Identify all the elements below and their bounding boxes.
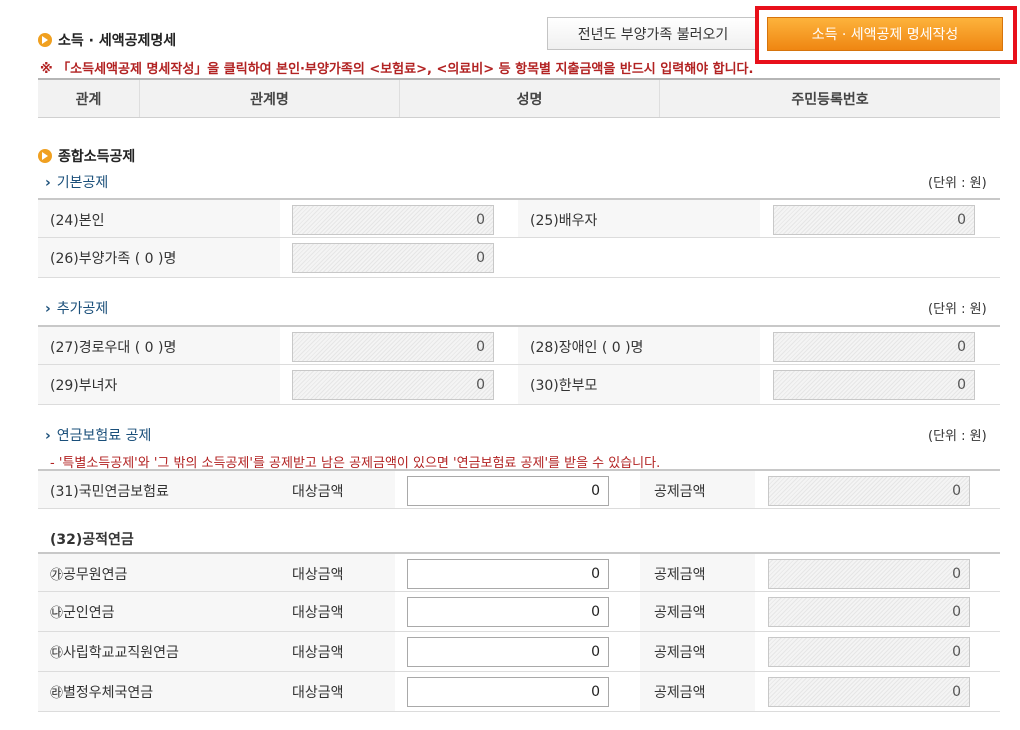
col-relation-name: 관계명 [140, 80, 400, 117]
deduct-amount-label: 공제금액 [654, 645, 706, 661]
chevron-right-icon: › [45, 301, 51, 317]
section-title-text: 소득 · 세액공제명세 [58, 33, 177, 49]
basic-row-2: (26)부양가족 ( 0 )명 0 [38, 238, 1000, 278]
item-mark: ㉯ [50, 606, 64, 621]
single-parent-label: (30)한부모 [530, 378, 598, 394]
col-name: 성명 [400, 80, 660, 117]
unit-label: (단위 : 원) [928, 429, 987, 444]
national-deduct-value: 0 [768, 476, 970, 506]
deduct-amount-label: 공제금액 [654, 605, 706, 621]
income-deduction-title-text: 종합소득공제 [58, 149, 136, 165]
additional-deduction-title: 추가공제 [56, 301, 109, 317]
chevron-right-icon: › [45, 428, 51, 444]
col-relation: 관계 [38, 80, 140, 117]
disabled-value: 0 [773, 332, 975, 362]
pension-item-label: ㉱별정우체국연금 [50, 682, 153, 702]
item-label: 군인연금 [63, 605, 115, 621]
self-label: (24)본인 [50, 213, 105, 229]
notice-text: ※ 「소득세액공제 명세작성」을 클릭하여 본인·부양가족의 <보험료>, <의… [40, 62, 754, 77]
load-prev-year-button[interactable]: 전년도 부양가족 불러오기 [547, 17, 759, 50]
target-amount-label: 대상금액 [292, 685, 344, 701]
family-table-header: 관계 관계명 성명 주민등록번호 [38, 78, 1000, 118]
deduct-amount-label: 공제금액 [654, 484, 706, 500]
item-mark: ㉰ [50, 646, 64, 661]
public-pension-row: ㉰사립학교교직원연금 대상금액 0 공제금액 0 [38, 632, 1000, 672]
target-amount-label: 대상금액 [292, 645, 344, 661]
elderly-value: 0 [292, 332, 494, 362]
pension-item-label: ㉯군인연금 [50, 602, 115, 622]
deduct-amount-label: 공제금액 [654, 567, 706, 583]
private-school-deduct-value: 0 [768, 637, 970, 667]
bullet-icon [38, 149, 52, 163]
self-value: 0 [292, 205, 494, 235]
post-office-target-input[interactable]: 0 [407, 677, 609, 707]
spouse-label: (25)배우자 [530, 213, 598, 229]
national-pension-label: (31)국민연금보험료 [50, 484, 169, 500]
basic-deduction-title: 기본공제 [56, 175, 109, 191]
single-parent-value: 0 [773, 370, 975, 400]
public-pension-row: ㉯군인연금 대상금액 0 공제금액 0 [38, 592, 1000, 632]
unit-label: (단위 : 원) [928, 176, 987, 191]
military-target-input[interactable]: 0 [407, 597, 609, 627]
public-pension-row: ㉮공무원연금 대상금액 0 공제금액 0 [38, 552, 1000, 592]
pension-item-label: ㉰사립학교교직원연금 [50, 642, 179, 662]
pension-deduction-title: 연금보험료 공제 [56, 428, 152, 444]
bullet-icon [38, 33, 52, 47]
item-mark: ㉮ [50, 568, 64, 583]
public-pension-row: ㉱별정우체국연금 대상금액 0 공제금액 0 [38, 672, 1000, 712]
section-title-deductions: 소득 · 세액공제명세 [38, 30, 176, 50]
post-office-deduct-value: 0 [768, 677, 970, 707]
military-deduct-value: 0 [768, 597, 970, 627]
elderly-label: (27)경로우대 ( 0 )명 [50, 340, 177, 356]
dependents-label: (26)부양가족 ( 0 )명 [50, 251, 177, 267]
public-pension-title: (32)공적연금 [50, 532, 134, 548]
income-deduction-title: 종합소득공제 [38, 146, 135, 166]
spouse-value: 0 [773, 205, 975, 235]
target-amount-label: 대상금액 [292, 605, 344, 621]
civil-servant-target-input[interactable]: 0 [407, 559, 609, 589]
national-target-input[interactable]: 0 [407, 476, 609, 506]
deduct-amount-label: 공제금액 [654, 685, 706, 701]
target-amount-label: 대상금액 [292, 484, 344, 500]
basic-row-1: (24)본인 0 (25)배우자 0 [38, 198, 1000, 238]
disabled-label: (28)장애인 ( 0 )명 [530, 340, 644, 356]
additional-row-2: (29)부녀자 0 (30)한부모 0 [38, 365, 1000, 405]
woman-value: 0 [292, 370, 494, 400]
additional-deduction-subtitle: › 추가공제 [45, 298, 108, 318]
national-pension-row: (31)국민연금보험료 대상금액 0 공제금액 0 [38, 469, 1000, 509]
private-school-target-input[interactable]: 0 [407, 637, 609, 667]
dependents-value: 0 [292, 243, 494, 273]
item-mark: ㉱ [50, 686, 64, 701]
create-deduction-detail-button[interactable]: 소득 · 세액공제 명세작성 [767, 17, 1003, 51]
basic-deduction-subtitle: › 기본공제 [45, 172, 108, 192]
chevron-right-icon: › [45, 175, 51, 191]
civil-servant-deduct-value: 0 [768, 559, 970, 589]
pension-item-label: ㉮공무원연금 [50, 564, 127, 584]
target-amount-label: 대상금액 [292, 567, 344, 583]
col-resident-number: 주민등록번호 [791, 91, 869, 108]
item-label: 사립학교교직원연금 [63, 645, 179, 661]
woman-label: (29)부녀자 [50, 378, 118, 394]
unit-label: (단위 : 원) [928, 302, 987, 317]
item-label: 별정우체국연금 [63, 685, 154, 701]
additional-row-1: (27)경로우대 ( 0 )명 0 (28)장애인 ( 0 )명 0 [38, 325, 1000, 365]
item-label: 공무원연금 [63, 567, 128, 583]
pension-deduction-subtitle: › 연금보험료 공제 [45, 425, 151, 445]
